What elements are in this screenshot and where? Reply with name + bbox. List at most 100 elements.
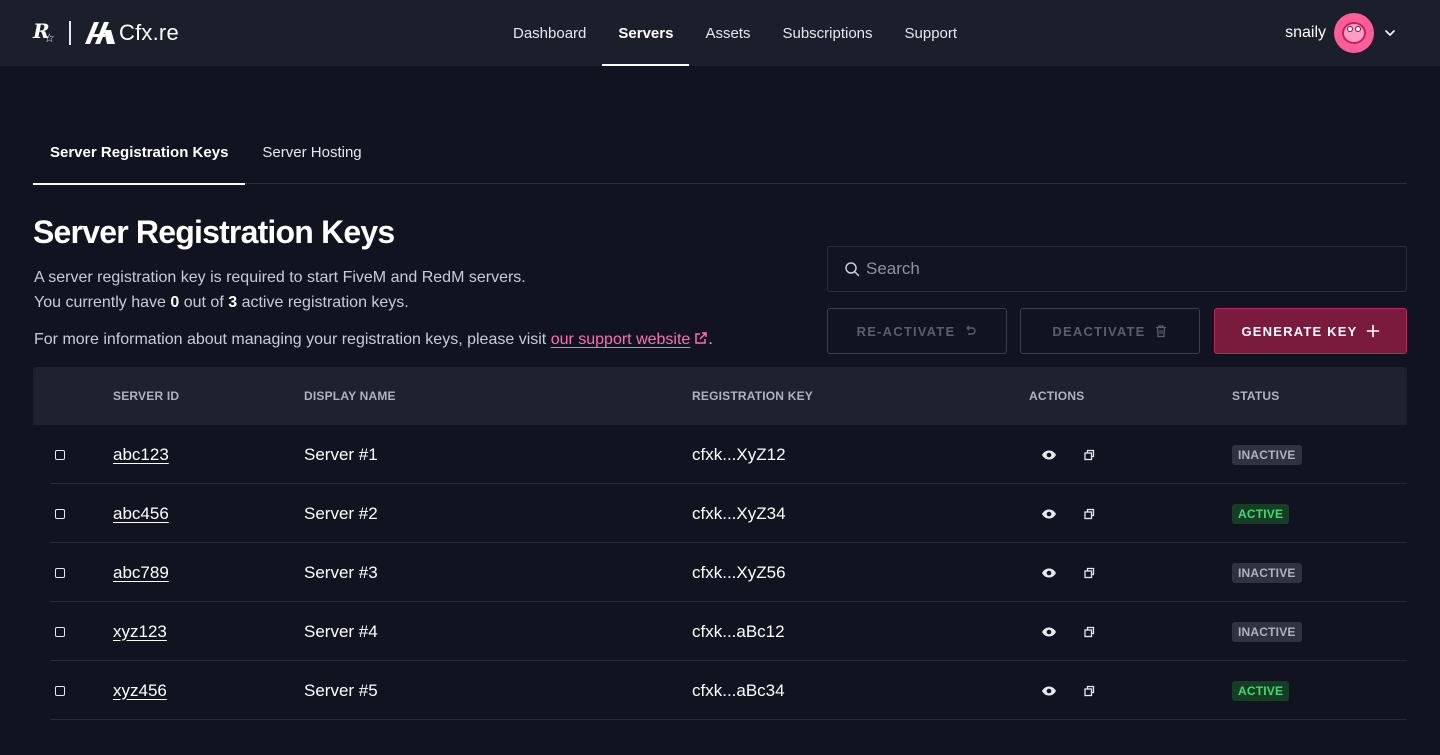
- row-checkbox[interactable]: [55, 567, 65, 578]
- registration-key-cell: cfxk...XyZ12: [692, 444, 786, 464]
- actions-cell: [1041, 602, 1097, 661]
- cfx-logo[interactable]: Cfx.re: [85, 20, 179, 46]
- info-text-suffix: .: [708, 331, 713, 348]
- support-link-label: our support website: [550, 331, 691, 348]
- eye-icon[interactable]: [1041, 447, 1057, 463]
- row-checkbox[interactable]: [55, 626, 65, 637]
- registration-key-cell: cfxk...XyZ56: [692, 562, 786, 582]
- deactivate-label: DEACTIVATE: [1052, 323, 1146, 339]
- generate-key-button[interactable]: GENERATE KEY: [1214, 308, 1407, 354]
- table-row: abc456 Server #2 cfxk...XyZ34 ACTIVE: [50, 484, 1407, 543]
- row-checkbox-cell: [55, 484, 65, 543]
- subtabs: Server Registration Keys Server Hosting: [33, 120, 1407, 185]
- cfx-mark-icon: [85, 22, 115, 44]
- server-id-link[interactable]: xyz123: [113, 622, 167, 642]
- tab-server-registration-keys[interactable]: Server Registration Keys: [33, 120, 246, 185]
- brand-name: Cfx.re: [119, 20, 179, 45]
- display-name-cell: Server #3: [304, 562, 378, 582]
- server-id-link[interactable]: xyz456: [113, 681, 167, 701]
- row-checkbox[interactable]: [55, 685, 65, 696]
- brand-divider: [69, 21, 71, 45]
- trash-icon: [1155, 325, 1166, 338]
- display-name-cell: Server #4: [304, 621, 378, 641]
- top-navbar: R ☆ Cfx.re Dashboard Servers Assets Subsc…: [0, 0, 1440, 66]
- table-header: SERVER ID DISPLAY NAME REGISTRATION KEY …: [33, 367, 1407, 425]
- registration-key-cell: cfxk...XyZ34: [692, 503, 786, 523]
- main-nav: Dashboard Servers Assets Subscriptions S…: [497, 0, 973, 66]
- rockstar-logo-icon[interactable]: R ☆: [33, 19, 57, 47]
- support-website-link[interactable]: our support website: [551, 331, 709, 348]
- copy-icon[interactable]: [1081, 447, 1097, 463]
- server-id-cell: xyz456: [113, 661, 167, 720]
- status-badge: INACTIVE: [1232, 444, 1302, 465]
- table-row: abc123 Server #1 cfxk...XyZ12 INACTIVE: [50, 425, 1407, 484]
- username: snaily: [1285, 24, 1326, 41]
- search-box[interactable]: [827, 246, 1407, 292]
- nav-subscriptions[interactable]: Subscriptions: [766, 0, 888, 66]
- info-text-prefix: For more information about managing your…: [34, 331, 551, 348]
- nav-support[interactable]: Support: [889, 0, 974, 66]
- avatar-icon[interactable]: [1334, 13, 1374, 53]
- chevron-down-icon[interactable]: [1384, 27, 1396, 39]
- column-header-status[interactable]: STATUS: [1232, 367, 1279, 425]
- external-link-icon: [695, 332, 708, 344]
- row-checkbox[interactable]: [55, 449, 65, 460]
- column-header-display-name[interactable]: DISPLAY NAME: [304, 367, 396, 425]
- search-input[interactable]: [866, 259, 1386, 279]
- status-cell: INACTIVE: [1232, 425, 1302, 484]
- status-cell: ACTIVE: [1232, 661, 1290, 720]
- column-header-actions: ACTIONS: [1029, 389, 1085, 403]
- eye-icon[interactable]: [1041, 624, 1057, 640]
- copy-icon[interactable]: [1081, 683, 1097, 699]
- reactivate-button[interactable]: RE-ACTIVATE: [827, 308, 1007, 354]
- tab-server-hosting[interactable]: Server Hosting: [245, 120, 378, 184]
- search-icon: [845, 262, 860, 277]
- table-row: xyz456 Server #5 cfxk...aBc34 ACTIVE: [50, 661, 1407, 720]
- brand[interactable]: R ☆ Cfx.re: [33, 19, 179, 47]
- copy-icon[interactable]: [1081, 506, 1097, 522]
- server-id-link[interactable]: abc123: [113, 445, 169, 465]
- reactivate-label: RE-ACTIVATE: [856, 323, 956, 339]
- desc-text: active registration keys.: [237, 294, 409, 311]
- status-badge: ACTIVE: [1232, 680, 1290, 701]
- page-description: A server registration key is required to…: [34, 265, 526, 315]
- column-header-registration-key[interactable]: REGISTRATION KEY: [692, 367, 813, 425]
- status-badge: ACTIVE: [1232, 503, 1290, 524]
- table-row: xyz123 Server #4 cfxk...aBc12 INACTIVE: [50, 602, 1407, 661]
- nav-dashboard[interactable]: Dashboard: [497, 0, 602, 66]
- nav-servers[interactable]: Servers: [602, 0, 690, 66]
- server-id-cell: abc123: [113, 425, 169, 484]
- undo-icon: [966, 325, 976, 335]
- user-menu[interactable]: snaily: [1285, 13, 1396, 53]
- server-id-link[interactable]: abc456: [113, 504, 169, 524]
- desc-text: You currently have: [34, 294, 171, 311]
- server-id-cell: abc789: [113, 543, 169, 602]
- deactivate-button[interactable]: DEACTIVATE: [1020, 308, 1200, 354]
- column-header-server-id[interactable]: SERVER ID: [113, 367, 179, 425]
- row-checkbox-cell: [55, 425, 65, 484]
- nav-assets[interactable]: Assets: [689, 0, 766, 66]
- row-checkbox[interactable]: [55, 508, 65, 519]
- copy-icon[interactable]: [1081, 565, 1097, 581]
- display-name-cell: Server #1: [304, 444, 378, 464]
- row-checkbox-cell: [55, 661, 65, 720]
- description-line-2: You currently have 0 out of 3 active reg…: [34, 290, 526, 315]
- server-id-cell: abc456: [113, 484, 169, 543]
- registration-key-cell: cfxk...aBc34: [692, 680, 785, 700]
- status-badge: INACTIVE: [1232, 621, 1302, 642]
- eye-icon[interactable]: [1041, 683, 1057, 699]
- status-cell: INACTIVE: [1232, 602, 1302, 661]
- active-key-count: 0: [170, 294, 180, 311]
- status-cell: INACTIVE: [1232, 543, 1302, 602]
- generate-key-label: GENERATE KEY: [1241, 323, 1358, 339]
- info-text: For more information about managing your…: [34, 331, 713, 349]
- eye-icon[interactable]: [1041, 506, 1057, 522]
- eye-icon[interactable]: [1041, 565, 1057, 581]
- server-id-link[interactable]: abc789: [113, 563, 169, 583]
- plus-icon: [1366, 324, 1379, 338]
- display-name-cell: Server #2: [304, 503, 378, 523]
- description-line-1: A server registration key is required to…: [34, 269, 526, 286]
- copy-icon[interactable]: [1081, 624, 1097, 640]
- max-key-count: 3: [228, 294, 238, 311]
- actions-cell: [1041, 484, 1097, 543]
